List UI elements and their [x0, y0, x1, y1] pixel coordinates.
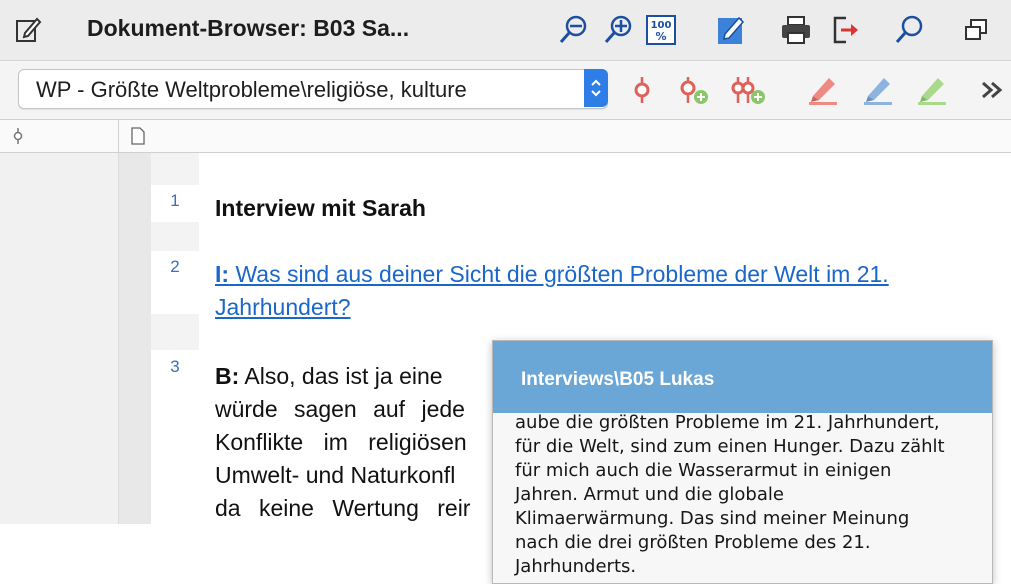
print-icon[interactable] [778, 13, 814, 47]
answer-line: würde sagen auf jede [215, 396, 465, 422]
highlight-blue-icon[interactable] [858, 73, 898, 107]
highlight-green-icon[interactable] [912, 73, 952, 107]
document-toolbar: WP - Größte Weltprobleme\religiöse, kult… [0, 61, 1011, 120]
answer-line: da keine Wertung reir [215, 495, 471, 521]
popup-line: aube die größten Probleme im 21. Jahrhun… [515, 412, 940, 433]
edit-mode-icon[interactable] [713, 13, 749, 47]
answer-line: Umwelt- und Naturkonfl [215, 462, 456, 488]
answer-line: B: Also, das ist ja eine [215, 363, 443, 389]
code-stripes-area[interactable] [0, 153, 118, 524]
zoom-100-icon[interactable]: 100% [643, 13, 679, 47]
popup-line: Jahren. Armut und die globale [515, 484, 784, 505]
document-column-icon[interactable] [131, 127, 145, 150]
highlight-red-icon[interactable] [803, 73, 843, 107]
window-icon[interactable] [958, 13, 994, 47]
zoom-out-icon[interactable] [555, 13, 591, 47]
more-icon[interactable] [972, 73, 1011, 107]
popup-line: für mich auch die Wasserarmut in einigen [515, 460, 892, 481]
document-selector[interactable]: WP - Größte Weltprobleme\religiöse, kult… [18, 69, 608, 109]
popup-line: Jahrhunderts. [515, 556, 637, 577]
chevron-updown-icon[interactable] [584, 69, 608, 107]
column-header-strip [0, 120, 1011, 153]
window-title: Dokument-Browser: B03 Sa... [87, 15, 410, 41]
code-icon[interactable] [622, 73, 662, 107]
popup-line: Klimaerwärmung. Das sind meiner Meinung [515, 508, 910, 529]
codes-column-icon[interactable] [10, 127, 26, 150]
zoom-in-icon[interactable] [600, 13, 636, 47]
respondent-answer[interactable]: B: Also, das ist ja eine würde sagen auf… [215, 360, 495, 530]
popup-line: für die Welt, sind zum einen Hunger. Daz… [515, 436, 945, 457]
svg-text:%: % [655, 30, 666, 43]
document-selector-value: WP - Größte Weltprobleme\religiöse, kult… [36, 77, 467, 102]
popup-title: Interviews\B05 Lukas [521, 369, 715, 390]
popup-body: aube die größten Probleme im 21. Jahrhun… [515, 411, 985, 579]
speaker-label: I: [215, 261, 230, 287]
question-text: Was sind aus deiner Sicht die größten Pr… [215, 261, 889, 320]
code-add-icon[interactable] [673, 73, 713, 107]
popup-header: Interviews\B05 Lukas [493, 341, 992, 413]
export-icon[interactable] [828, 13, 864, 47]
paragraph-number: 3 [170, 357, 180, 376]
search-icon[interactable] [891, 13, 927, 47]
multi-code-add-icon[interactable] [728, 73, 768, 107]
document-heading: Interview mit Sarah [215, 195, 426, 221]
window-titlebar: Dokument-Browser: B03 Sa... 100% [0, 0, 1011, 61]
popup-line: nach die drei größten Probleme des 21. [515, 532, 871, 553]
interviewer-question[interactable]: I: Was sind aus deiner Sicht die größten… [215, 258, 995, 324]
column-divider[interactable] [118, 120, 119, 152]
answer-line: Konflikte im religiösen [215, 429, 467, 455]
memo-gutter[interactable] [118, 153, 152, 524]
paragraph-number: 2 [170, 257, 180, 276]
paragraph-number: 1 [170, 191, 180, 210]
document-preview-popup[interactable]: Interviews\B05 Lukas aube die größten Pr… [492, 340, 993, 584]
edit-document-icon[interactable] [10, 13, 46, 47]
speaker-label: B: [215, 363, 240, 389]
